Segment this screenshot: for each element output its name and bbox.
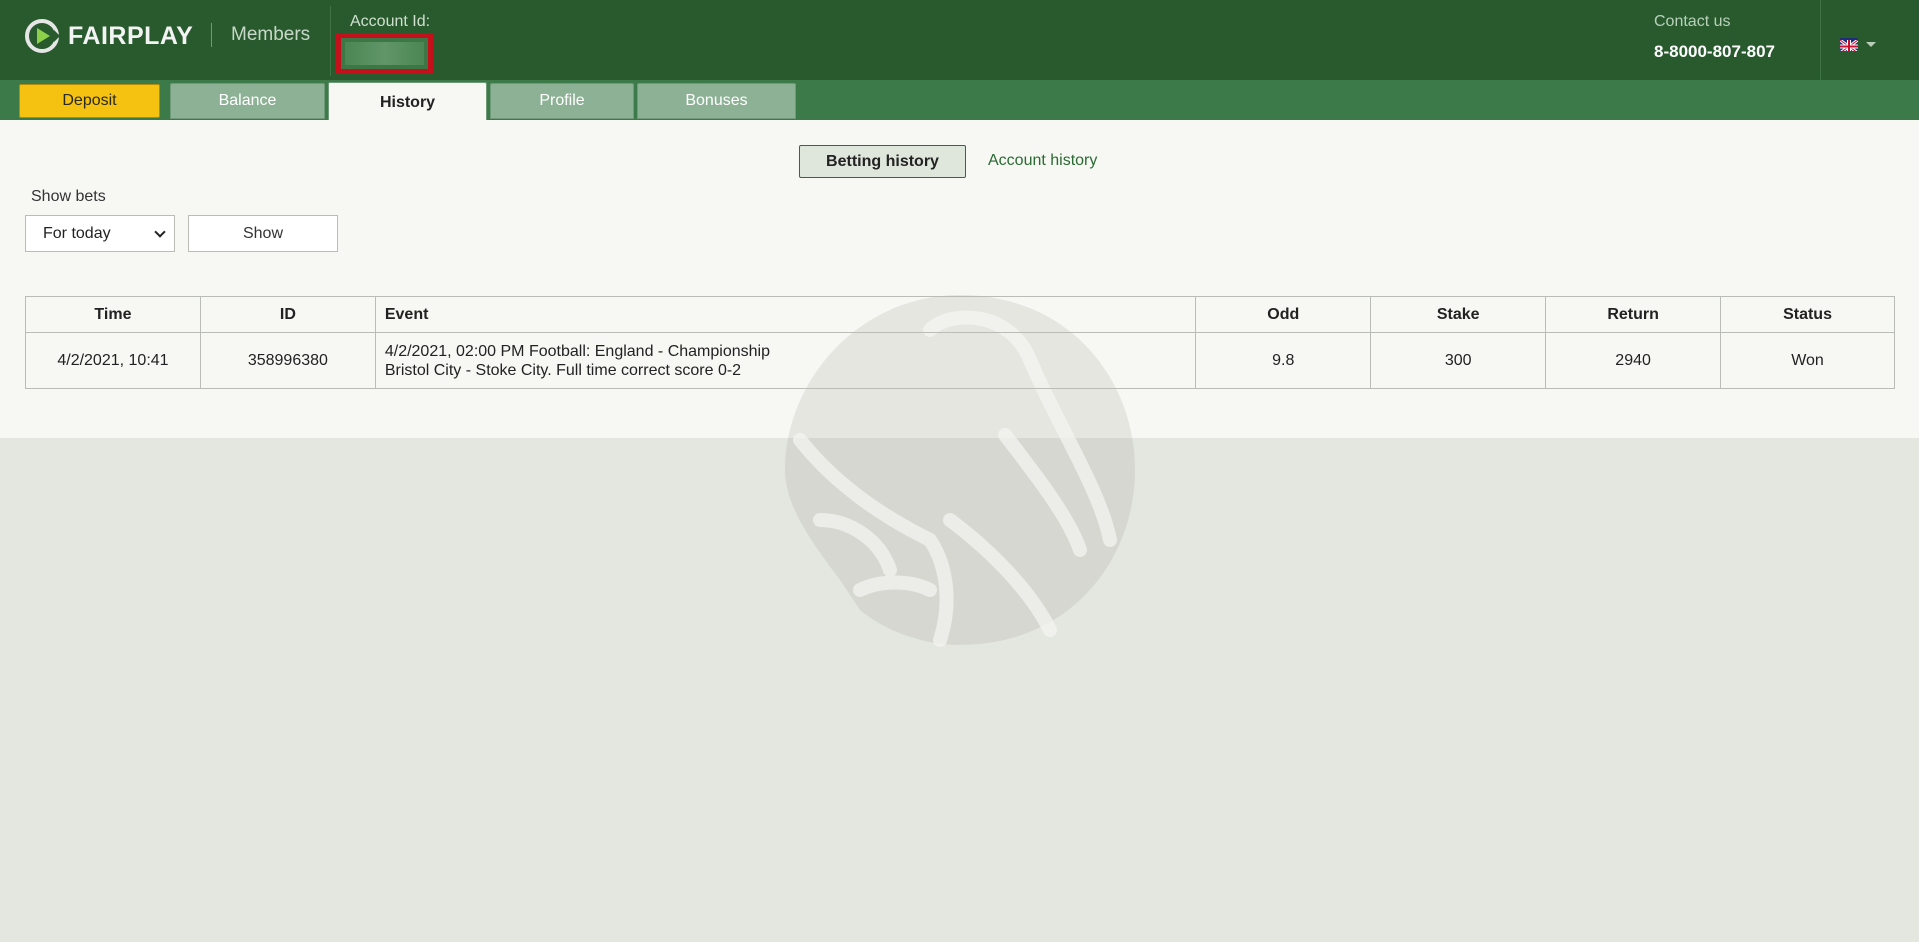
tab-bonuses[interactable]: Bonuses (637, 83, 796, 119)
uk-flag-icon (1840, 38, 1858, 51)
table-row: 4/2/2021, 10:41 358996380 4/2/2021, 02:0… (25, 332, 1895, 389)
language-selector[interactable] (1840, 38, 1876, 51)
cell-return: 2940 (1545, 332, 1722, 389)
cell-odd: 9.8 (1195, 332, 1372, 389)
column-header-stake: Stake (1370, 296, 1547, 333)
chevron-down-icon (1866, 42, 1876, 47)
column-header-event: Event (374, 296, 1197, 333)
account-id-redacted (336, 33, 433, 74)
column-header-odd: Odd (1195, 296, 1372, 333)
column-header-id: ID (199, 296, 376, 333)
column-header-status: Status (1720, 296, 1895, 333)
show-bets-label: Show bets (31, 188, 106, 205)
chevron-down-icon (154, 226, 166, 238)
header-divider (330, 6, 331, 76)
column-header-time: Time (25, 296, 201, 333)
table-header-row: Time ID Event Odd Stake Return Status (25, 296, 1895, 333)
tab-profile[interactable]: Profile (490, 83, 634, 119)
bets-table: Time ID Event Odd Stake Return Status 4/… (25, 296, 1895, 389)
period-select-value: For today (43, 224, 111, 242)
contact-label: Contact us (1654, 13, 1731, 30)
fairplay-logo[interactable]: FAIRPLAY (24, 19, 194, 53)
top-header: FAIRPLAY Members Account Id: Contact us … (0, 0, 1919, 80)
event-line-1: 4/2/2021, 02:00 PM Football: England - C… (384, 342, 770, 360)
tab-balance[interactable]: Balance (170, 83, 325, 119)
tab-account-history[interactable]: Account history (988, 152, 1097, 170)
header-divider-right (1820, 0, 1821, 80)
tab-deposit[interactable]: Deposit (19, 84, 160, 118)
cell-stake: 300 (1370, 332, 1547, 389)
tab-betting-history[interactable]: Betting history (799, 145, 966, 178)
cell-event: 4/2/2021, 02:00 PM Football: England - C… (374, 332, 1197, 389)
account-id-label: Account Id: (350, 13, 431, 30)
show-button[interactable]: Show (188, 215, 338, 252)
tab-history[interactable]: History (328, 82, 487, 122)
play-logo-icon (25, 19, 60, 53)
logo-divider (211, 23, 212, 47)
period-select[interactable]: For today (25, 215, 175, 252)
cell-time: 4/2/2021, 10:41 (25, 332, 201, 389)
contact-phone[interactable]: 8-8000-807-807 (1654, 42, 1775, 62)
cell-id: 358996380 (199, 332, 376, 389)
brand-name: FAIRPLAY (68, 21, 194, 50)
section-label: Members (231, 24, 311, 45)
event-line-2: Bristol City - Stoke City. Full time cor… (384, 361, 742, 379)
cell-status: Won (1720, 332, 1895, 389)
column-header-return: Return (1545, 296, 1722, 333)
